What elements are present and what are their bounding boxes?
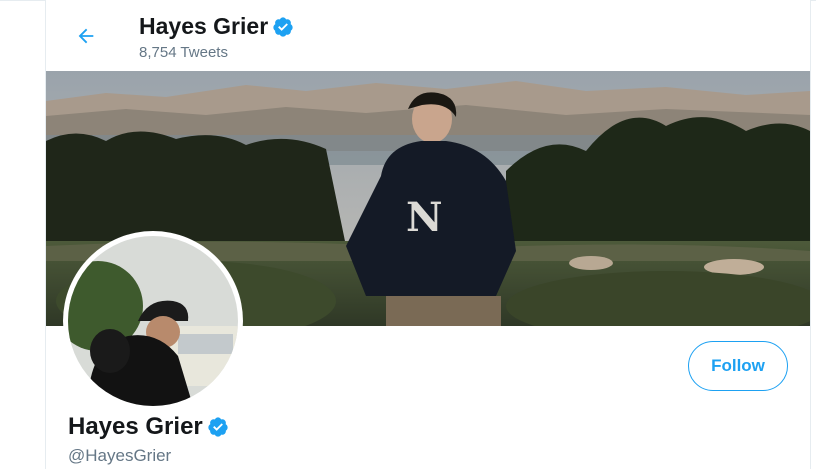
profile-name: Hayes Grier [68, 413, 229, 441]
svg-text:N: N [406, 194, 443, 241]
avatar[interactable] [63, 231, 243, 411]
follow-button[interactable]: Follow [688, 341, 788, 391]
profile-name-text: Hayes Grier [68, 413, 203, 440]
header-title: Hayes Grier [139, 13, 294, 40]
verified-badge-icon [208, 417, 228, 437]
profile-column: Hayes Grier 8,754 Tweets N Follow Hayes … [45, 0, 811, 469]
avatar-photo [68, 236, 238, 406]
arrow-left-icon [78, 28, 94, 44]
back-button[interactable] [68, 18, 104, 54]
profile-handle: @HayesGrier [68, 446, 172, 465]
tweet-count: 8,754 Tweets [139, 44, 228, 61]
header-name-text: Hayes Grier [139, 13, 269, 39]
profile-header-bar: Hayes Grier 8,754 Tweets [46, 0, 810, 71]
verified-badge-icon [273, 16, 293, 37]
